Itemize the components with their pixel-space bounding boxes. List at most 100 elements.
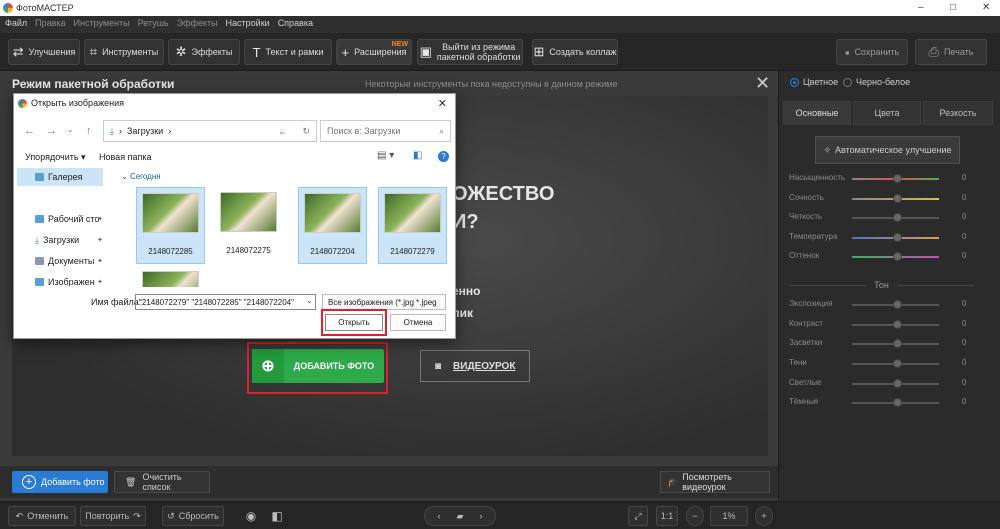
auto-enhance-button[interactable]: ✧ Автоматическое улучшение	[815, 136, 960, 164]
dialog-search-input[interactable]: Поиск в: Загрузки ⌕	[320, 120, 451, 142]
trash-icon: 🗑	[125, 476, 137, 487]
organize-menu[interactable]: Упорядочить ▾	[25, 152, 86, 163]
filename-input[interactable]: "2148072279" "2148072285" "2148072204"	[135, 294, 316, 310]
app-title: ФотоМАСТЕР	[16, 3, 74, 13]
slider-temperature[interactable]: Температура 0	[789, 232, 974, 244]
tools-button[interactable]: ⌗ Инструменты	[84, 39, 164, 65]
slider-label: Температура	[789, 232, 838, 241]
slider-knob[interactable]	[893, 194, 902, 203]
save-button[interactable]: ▪ Сохранить	[836, 39, 908, 65]
recent-chevron-icon[interactable]: ⌄	[67, 125, 74, 134]
slider-knob[interactable]	[893, 174, 902, 183]
tab-colors[interactable]: Цвета	[853, 101, 921, 125]
video-lesson-button[interactable]: ◙ ВИДЕОУРОК	[420, 350, 530, 382]
effects-label: Эффекты	[191, 47, 233, 57]
slider-knob[interactable]	[893, 359, 902, 368]
menu-settings[interactable]: Настройки	[221, 16, 273, 28]
new-folder-button[interactable]: Новая папка	[99, 152, 151, 162]
slider-knob[interactable]	[893, 300, 902, 309]
collage-button[interactable]: ⊞ Создать коллаж	[532, 39, 618, 65]
next-icon[interactable]: ›	[479, 511, 482, 521]
zoom-out-icon[interactable]: −	[686, 506, 704, 526]
slider-knob[interactable]	[893, 339, 902, 348]
slider-knob[interactable]	[893, 398, 902, 407]
fit-screen-icon[interactable]: ⤢	[628, 506, 648, 526]
close-panel-icon[interactable]: ✕	[755, 73, 770, 94]
menu-tools[interactable]: Инструменты	[69, 16, 133, 28]
slider-saturation[interactable]: Насыщенность 0	[789, 173, 974, 185]
file-item[interactable]: 2148072285	[136, 187, 205, 264]
group-header[interactable]: ⌄ Сегодня	[121, 172, 161, 181]
zoom-level[interactable]: 1%	[710, 506, 748, 526]
effects-button[interactable]: ✲ Эффекты	[168, 39, 240, 65]
download-icon: ⤓	[35, 234, 39, 245]
forward-arrow-icon[interactable]: →	[46, 125, 57, 137]
tab-sharpness[interactable]: Резкость	[923, 101, 993, 125]
slider-shadows[interactable]: Тени 0	[789, 358, 974, 370]
photo-navigator[interactable]: ‹ ▰ ›	[424, 506, 496, 526]
slider-knob[interactable]	[893, 379, 902, 388]
slider-blacks[interactable]: Тёмные 0	[789, 397, 974, 409]
preview-pane-icon[interactable]: ◧	[413, 150, 422, 161]
slider-tint[interactable]: Оттенок 0	[789, 251, 974, 263]
watch-video-button[interactable]: 🎓 Посмотреть видеоурок	[660, 471, 770, 493]
address-bar[interactable]: ⤓ › Загрузки › ⌄ ↻	[103, 120, 317, 142]
address-dropdown-icon[interactable]: ⌄	[278, 126, 286, 137]
file-item[interactable]: 2148072279	[378, 187, 447, 264]
clear-list-button[interactable]: 🗑 Очистить список	[114, 471, 210, 493]
sidebar-item-downloads[interactable]: ⤓ Загрузки ✦	[17, 231, 103, 249]
cancel-button[interactable]: Отмена	[390, 314, 446, 331]
prev-icon[interactable]: ‹	[438, 511, 441, 521]
menu-help[interactable]: Справка	[273, 16, 316, 28]
menu-effects[interactable]: Эффекты	[172, 16, 221, 28]
filename-dropdown-icon[interactable]: ⌄	[306, 296, 313, 305]
sidebar-item-documents[interactable]: Документы ✦	[17, 252, 103, 270]
reset-button[interactable]: ↺ Сбросить	[162, 506, 224, 526]
exit-batch-button[interactable]: ▣ Выйти из режима пакетной обработки	[417, 39, 523, 65]
undo-button[interactable]: ↶ Отменить	[8, 506, 76, 526]
file-item[interactable]: 2148072204	[298, 187, 367, 264]
file-item[interactable]	[136, 266, 205, 287]
slider-knob[interactable]	[893, 213, 902, 222]
sidebar-item-pictures[interactable]: Изображен ✦	[17, 273, 103, 286]
slider-knob[interactable]	[893, 320, 902, 329]
refresh-icon[interactable]: ↻	[302, 126, 310, 137]
dialog-close-icon[interactable]: ✕	[438, 97, 447, 110]
menu-edit[interactable]: Правка	[30, 16, 68, 28]
menu-retouch[interactable]: Ретушь	[133, 16, 172, 28]
enhance-button[interactable]: ⇄ Улучшения	[8, 39, 80, 65]
file-item[interactable]: 2148072275	[214, 187, 283, 264]
slider-clarity[interactable]: Четкость 0	[789, 212, 974, 224]
help-icon[interactable]: ?	[438, 151, 449, 162]
maximize-button[interactable]: □	[950, 2, 956, 13]
sidebar-item-gallery[interactable]: Галерея	[17, 168, 103, 186]
add-photo-button[interactable]: + Добавить фото	[12, 471, 108, 493]
slider-vibrance[interactable]: Сочность 0	[789, 193, 974, 205]
eye-icon[interactable]: ◉	[240, 506, 262, 526]
text-frames-button[interactable]: T Текст и рамки	[244, 39, 332, 65]
sidebar-item-desktop[interactable]: Рабочий сто ✦	[17, 210, 103, 228]
zoom-in-icon[interactable]: +	[755, 506, 773, 526]
bw-mode-radio[interactable]: Черно-белое	[843, 77, 910, 87]
up-arrow-icon[interactable]: ↑	[86, 125, 92, 137]
redo-button[interactable]: Повторить ↷	[80, 506, 146, 526]
slider-knob[interactable]	[893, 252, 902, 261]
slider-exposure[interactable]: Экспозиция 0	[789, 299, 974, 311]
back-arrow-icon[interactable]: ←	[24, 125, 35, 137]
slider-knob[interactable]	[893, 233, 902, 242]
print-button[interactable]: ⎙ Печать	[915, 39, 987, 65]
save-icon: ▪	[844, 44, 850, 60]
color-mode-radio[interactable]: Цветное	[790, 77, 838, 87]
extensions-button[interactable]: + Расширения NEW	[336, 39, 412, 65]
menu-file[interactable]: Файл	[0, 16, 30, 28]
minimize-button[interactable]: –	[918, 2, 924, 13]
slider-contrast[interactable]: Контраст 0	[789, 319, 974, 331]
filetype-select[interactable]: Все изображения (*.jpg *.jpeg	[322, 294, 446, 310]
view-options-icon[interactable]: ▤ ▾	[377, 150, 394, 161]
compare-icon[interactable]: ◧	[266, 506, 288, 526]
slider-highlights[interactable]: Засветки 0	[789, 338, 974, 350]
tab-basic[interactable]: Основные	[783, 101, 851, 125]
ratio-button[interactable]: 1:1	[656, 506, 678, 526]
close-window-button[interactable]: ✕	[982, 2, 990, 13]
slider-whites[interactable]: Светлые 0	[789, 378, 974, 390]
